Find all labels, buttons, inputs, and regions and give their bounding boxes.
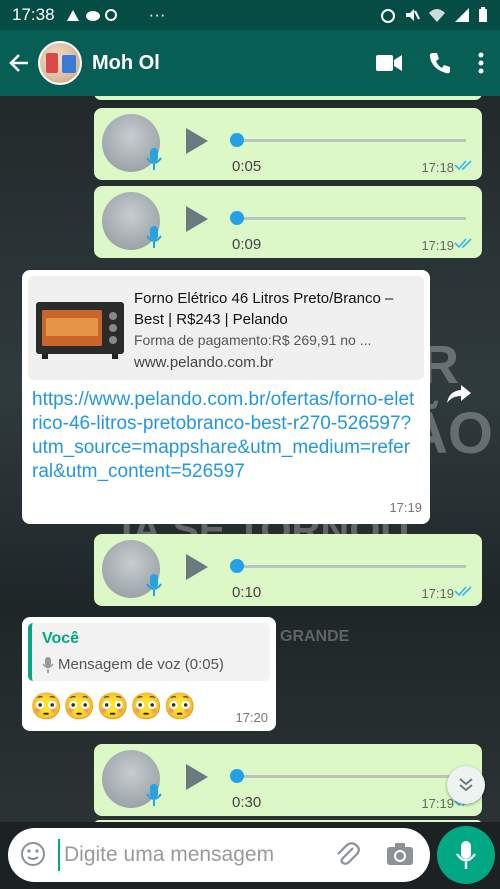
- contact-name[interactable]: Moh Ol: [92, 52, 160, 75]
- voice-message[interactable]: 0:10 17:19: [94, 534, 482, 606]
- link-preview[interactable]: Forno Elétrico 46 Litros Preto/Branco – …: [28, 276, 424, 380]
- audio-seek-handle[interactable]: [230, 211, 244, 225]
- forward-icon[interactable]: [446, 383, 472, 405]
- alarm-icon: [381, 9, 395, 23]
- message-time: 17:20: [235, 710, 268, 725]
- system-icons: [380, 7, 488, 23]
- battery-icon: [479, 7, 487, 22]
- audio-seek-handle[interactable]: [230, 769, 244, 783]
- message-time: 17:19: [421, 238, 454, 253]
- message-time: 17:19: [389, 500, 422, 515]
- status-more-dots: ···: [148, 5, 166, 24]
- notification-icons: [66, 9, 117, 21]
- status-time: 17:38: [12, 5, 55, 24]
- play-icon[interactable]: [186, 206, 208, 232]
- arrow-left-icon: [9, 54, 28, 72]
- link-description: Forma de pagamento:R$ 269,91 no ...: [134, 332, 372, 348]
- message-time: 17:18: [421, 160, 454, 175]
- reply-message[interactable]: Você Mensagem de voz (0:05) 😳😳😳😳😳 17:20: [22, 617, 276, 731]
- menu-icon[interactable]: [478, 52, 484, 74]
- attach-icon[interactable]: [334, 841, 360, 867]
- microphone-icon: [42, 657, 54, 673]
- signal-icon: [455, 8, 469, 22]
- read-receipt-icon: [454, 160, 472, 171]
- oven-thumbnail: [36, 302, 124, 359]
- message-time: 17:19: [421, 586, 454, 601]
- read-receipt-icon: [454, 586, 472, 597]
- voice-message[interactable]: 0:05 17:18: [94, 108, 482, 180]
- read-receipt-icon: [454, 238, 472, 249]
- audio-progress-track[interactable]: [232, 775, 466, 778]
- message-input[interactable]: [58, 839, 328, 871]
- voice-duration: 0:09: [232, 236, 262, 253]
- play-icon[interactable]: [186, 128, 208, 154]
- microphone-icon: [146, 148, 162, 170]
- message-composer: [8, 828, 430, 882]
- wallpaper-text-grande: GRANDE: [280, 628, 350, 645]
- link-title: Forno Elétrico 46 Litros Preto/Branco – …: [134, 290, 394, 328]
- message-text: 😳😳😳😳😳: [30, 691, 197, 721]
- microphone-icon: [146, 226, 162, 248]
- video-call-icon[interactable]: [376, 54, 402, 72]
- microphone-icon: [456, 841, 476, 869]
- contact-avatar[interactable]: [38, 41, 82, 85]
- emoji-icon[interactable]: [20, 841, 46, 867]
- audio-progress-track[interactable]: [232, 217, 466, 220]
- scroll-to-bottom-button[interactable]: [447, 766, 485, 804]
- double-chevron-down-icon: [459, 778, 473, 792]
- voice-message[interactable]: 0:30 17:19: [94, 744, 482, 816]
- audio-seek-handle[interactable]: [230, 559, 244, 573]
- quoted-message[interactable]: Você Mensagem de voz (0:05): [28, 623, 270, 681]
- play-icon[interactable]: [186, 764, 208, 790]
- back-button[interactable]: [0, 30, 38, 96]
- voice-message[interactable]: 0:09 17:19: [94, 186, 482, 258]
- audio-progress-track[interactable]: [232, 139, 466, 142]
- play-icon[interactable]: [186, 554, 208, 580]
- voice-duration: 0:05: [232, 158, 262, 175]
- microphone-icon: [146, 574, 162, 596]
- camera-icon[interactable]: [386, 841, 414, 867]
- voice-duration: 0:30: [232, 794, 262, 811]
- wifi-icon: [429, 9, 445, 22]
- link-message[interactable]: Forno Elétrico 46 Litros Preto/Branco – …: [22, 270, 430, 524]
- chat-area[interactable]: R ÃO JÁ SE TORNOU GRANDE 0:05 17:18 0:09…: [0, 96, 500, 822]
- phone-icon[interactable]: [428, 51, 452, 75]
- audio-progress-track[interactable]: [232, 565, 466, 568]
- message-bubble-partial: [94, 820, 482, 822]
- message-time: 17:19: [421, 796, 454, 811]
- message-bubble-partial: [94, 96, 482, 100]
- quoted-author: Você: [42, 630, 80, 647]
- voice-record-button[interactable]: [437, 826, 495, 884]
- chat-header: Moh Ol: [0, 30, 500, 96]
- voice-duration: 0:10: [232, 584, 262, 601]
- link-url[interactable]: https://www.pelando.com.br/ofertas/forno…: [32, 388, 416, 484]
- status-bar: 17:38 ···: [0, 0, 500, 30]
- link-domain: www.pelando.com.br: [134, 354, 274, 371]
- quoted-text: Mensagem de voz (0:05): [58, 656, 224, 673]
- microphone-icon: [146, 784, 162, 806]
- mute-icon: [406, 9, 420, 21]
- audio-seek-handle[interactable]: [230, 133, 244, 147]
